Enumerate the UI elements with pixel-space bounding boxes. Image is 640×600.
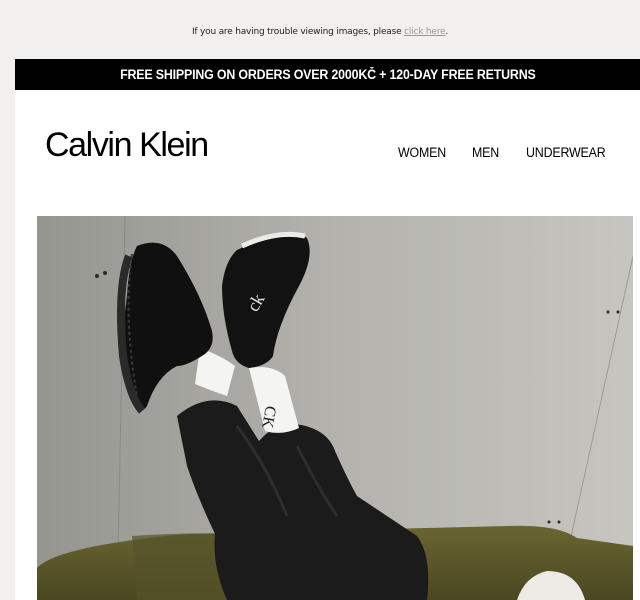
shipping-banner[interactable]: FREE SHIPPING ON ORDERS OVER 2000KČ + 12… [15,59,640,90]
nav-item-women[interactable]: WOMEN [398,145,450,160]
hero-photo-sneakers-icon: CK ck [37,216,633,600]
email-header: Calvin Klein WOMEN MEN UNDERWEAR [15,90,640,190]
preheader: If you are having trouble viewing images… [0,27,640,37]
nav-item-men[interactable]: MEN [472,145,501,160]
shipping-banner-text: FREE SHIPPING ON ORDERS OVER 2000KČ + 12… [119,67,536,82]
click-here-link[interactable]: click here [404,27,445,37]
preheader-suffix: . [445,27,449,37]
hero-image[interactable]: CK ck [37,216,633,600]
main-nav: WOMEN MEN UNDERWEAR [15,145,640,165]
content-area: CK ck [15,190,640,600]
preheader-text: If you are having trouble viewing images… [191,27,405,37]
nav-item-underwear[interactable]: UNDERWEAR [526,145,612,160]
